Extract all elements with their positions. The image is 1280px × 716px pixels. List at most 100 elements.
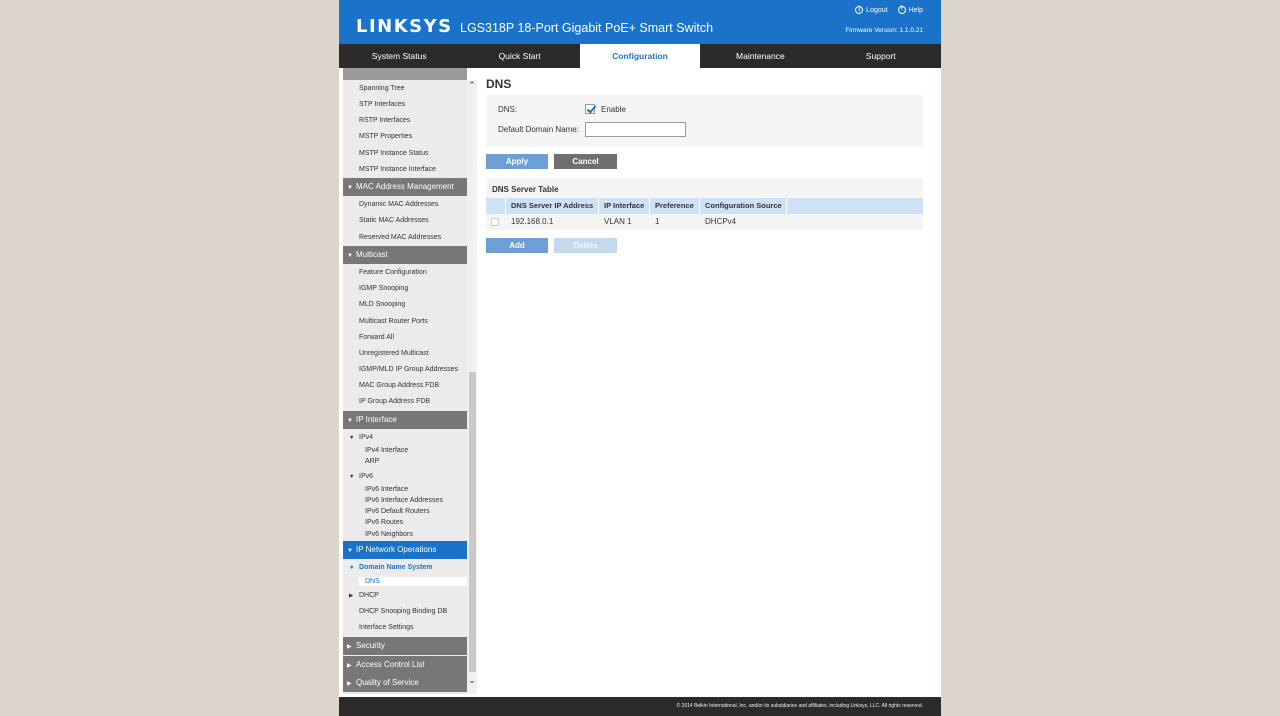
sidebar-header-multicast[interactable]: ▼ Multicast	[343, 246, 467, 264]
sidebar-item-mstp-properties[interactable]: MSTP Properties	[359, 133, 412, 140]
column-header-source: Configuration Source	[700, 198, 787, 214]
sidebar-item-mstp-instance-status[interactable]: MSTP Instance Status	[359, 150, 429, 157]
sidebar-item-igmp-snooping[interactable]: IGMP Snooping	[359, 285, 408, 292]
dns-server-table: DNS Server Table DNS Server IP Address I…	[486, 178, 923, 230]
sidebar-item-ipv6-neighbors[interactable]: IPv6 Neighbors	[365, 531, 413, 538]
linksys-logo: LINKSYS	[356, 16, 453, 37]
tab-quick-start[interactable]: Quick Start	[459, 44, 579, 68]
chevron-down-icon: ▼	[349, 474, 355, 480]
sidebar-group-label: DHCP	[359, 592, 379, 599]
tab-maintenance[interactable]: Maintenance	[700, 44, 820, 68]
product-name: LGS318P 18-Port Gigabit PoE+ Smart Switc…	[460, 21, 714, 35]
cell-ip: 192.168.0.1	[511, 217, 554, 226]
sidebar-header-mac[interactable]: ▼ MAC Address Management	[343, 178, 467, 196]
sidebar-header-label: Access Control List	[356, 660, 425, 669]
sidebar-item-mstp-instance-interface[interactable]: MSTP Instance Interface	[359, 166, 436, 173]
sidebar-item-arp[interactable]: ARP	[365, 458, 379, 465]
sidebar-item-mld-snooping[interactable]: MLD Snooping	[359, 301, 405, 308]
chevron-down-icon: ▼	[347, 185, 353, 191]
help-icon: ?	[897, 6, 906, 14]
sidebar-group-label: Domain Name System	[359, 564, 433, 571]
sidebar-item-ipv6-default-routers[interactable]: IPv6 Default Routers	[365, 508, 430, 515]
main-tabs: System Status Quick Start Configuration …	[339, 44, 941, 68]
sidebar-item-ipv4-interface[interactable]: IPv4 Interface	[365, 447, 408, 454]
sidebar-item-rstp-interfaces[interactable]: RSTP Interfaces	[359, 117, 410, 124]
chevron-down-icon: ▼	[347, 253, 353, 259]
sidebar-header-label: IP Interface	[356, 415, 397, 424]
logout-link[interactable]: | Logout	[855, 6, 888, 14]
cell-source: DHCPv4	[705, 217, 737, 226]
sidebar-header-label: Multicast	[356, 250, 388, 259]
header: LINKSYS LGS318P 18-Port Gigabit PoE+ Sma…	[339, 0, 941, 44]
sidebar-item-unregistered-multicast[interactable]: Unregistered Multicast	[359, 350, 429, 357]
chevron-down-icon: ▼	[349, 565, 355, 571]
scroll-down-icon[interactable]: ⌄	[467, 675, 477, 687]
help-label: Help	[908, 6, 923, 14]
sidebar-item-reserved-mac[interactable]: Reserved MAC Addresses	[359, 234, 441, 241]
sidebar-item-dns[interactable]: DNS	[359, 577, 467, 586]
apply-button[interactable]: Apply	[486, 154, 548, 169]
power-icon: |	[855, 6, 864, 14]
sidebar-group-ipv4[interactable]: ▼ IPv4	[349, 434, 373, 441]
sidebar-nav: Spanning Tree STP Interfaces RSTP Interf…	[343, 68, 467, 694]
sidebar-item-mac-group-fdb[interactable]: MAC Group Address FDB	[359, 382, 439, 389]
sidebar-group-label: IPv6	[359, 473, 374, 480]
sidebar-item-dhcp-snooping-binding[interactable]: DHCP Snooping Binding DB	[359, 608, 447, 615]
tab-support[interactable]: Support	[821, 44, 941, 68]
sidebar-item-ipv6-interface[interactable]: IPv6 Interface	[365, 486, 408, 493]
page-title: DNS	[486, 77, 512, 91]
cell-interface: VLAN 1	[604, 217, 632, 226]
sidebar-item-interface-settings[interactable]: Interface Settings	[359, 624, 413, 631]
column-header-interface: IP Interface	[599, 198, 650, 214]
sidebar-item-dynamic-mac[interactable]: Dynamic MAC Addresses	[359, 201, 438, 208]
sidebar-item-forward-all[interactable]: Forward All	[359, 334, 394, 341]
sidebar-item-static-mac[interactable]: Static MAC Addresses	[359, 217, 429, 224]
chevron-right-icon: ▶	[349, 593, 354, 599]
sidebar-group-dhcp[interactable]: ▶ DHCP	[349, 592, 379, 599]
add-button[interactable]: Add	[486, 238, 548, 253]
logout-label: Logout	[866, 6, 888, 14]
sidebar-header-ip-network-operations[interactable]: ▼ IP Network Operations	[343, 541, 467, 559]
chevron-right-icon: ▶	[347, 681, 352, 687]
default-domain-input[interactable]	[585, 122, 686, 137]
sidebar-item-ip-group-fdb[interactable]: IP Group Address FDB	[359, 398, 430, 405]
chevron-right-icon: ▶	[347, 644, 352, 650]
tab-configuration[interactable]: Configuration	[579, 44, 701, 68]
sidebar-item-multicast-router-ports[interactable]: Multicast Router Ports	[359, 318, 428, 325]
select-column-header	[486, 198, 506, 214]
sidebar-header-ip-interface[interactable]: ▼ IP Interface	[343, 411, 467, 429]
sidebar-item-spanning-tree[interactable]: Spanning Tree	[359, 85, 405, 92]
sidebar-group-label: IPv4	[359, 434, 374, 441]
sidebar-header-label: MAC Address Management	[356, 182, 454, 191]
default-domain-label: Default Domain Name:	[498, 125, 579, 134]
chevron-down-icon: ▼	[347, 548, 353, 554]
tab-system-status[interactable]: System Status	[339, 44, 459, 68]
sidebar-header-security[interactable]: ▶ Security	[343, 637, 467, 655]
table-header: DNS Server IP Address IP Interface Prefe…	[486, 198, 923, 214]
sidebar-header-label: Quality of Service	[356, 678, 419, 687]
column-header-ip: DNS Server IP Address	[506, 198, 599, 214]
firmware-version: Firmware Version: 1.1.0.21	[845, 27, 923, 34]
delete-button: Delete	[554, 238, 617, 253]
enable-label: Enable	[601, 105, 626, 114]
sidebar-item-feature-config[interactable]: Feature Configuration	[359, 269, 427, 276]
sidebar-item-ipv6-routes[interactable]: IPv6 Routes	[365, 519, 403, 526]
header-links: | Logout ? Help	[855, 6, 923, 14]
sidebar-header-qos[interactable]: ▶ Quality of Service	[343, 674, 467, 692]
cancel-button[interactable]: Cancel	[554, 154, 617, 169]
sidebar-scroll-thumb[interactable]	[469, 372, 476, 672]
chevron-right-icon: ▶	[347, 663, 352, 669]
sidebar-item-stp-interfaces[interactable]: STP Interfaces	[359, 101, 405, 108]
row-select-checkbox[interactable]	[491, 218, 499, 226]
dns-enable-checkbox[interactable]	[585, 104, 595, 114]
sidebar-group-ipv6[interactable]: ▼ IPv6	[349, 473, 373, 480]
sidebar-group-dns[interactable]: ▼ Domain Name System	[349, 564, 433, 571]
chevron-down-icon: ▼	[347, 418, 353, 424]
sidebar-header-acl[interactable]: ▶ Access Control List	[343, 656, 467, 674]
sidebar-item-ipv6-interface-addresses[interactable]: IPv6 Interface Addresses	[365, 497, 443, 504]
cell-preference: 1	[655, 217, 660, 226]
footer-copyright: © 2014 Belkin International, Inc. and/or…	[339, 697, 941, 716]
scroll-up-icon[interactable]: ⌃	[467, 80, 477, 92]
help-link[interactable]: ? Help	[897, 6, 923, 14]
sidebar-item-igmp-mld-groups[interactable]: IGMP/MLD IP Group Addresses	[359, 366, 458, 373]
